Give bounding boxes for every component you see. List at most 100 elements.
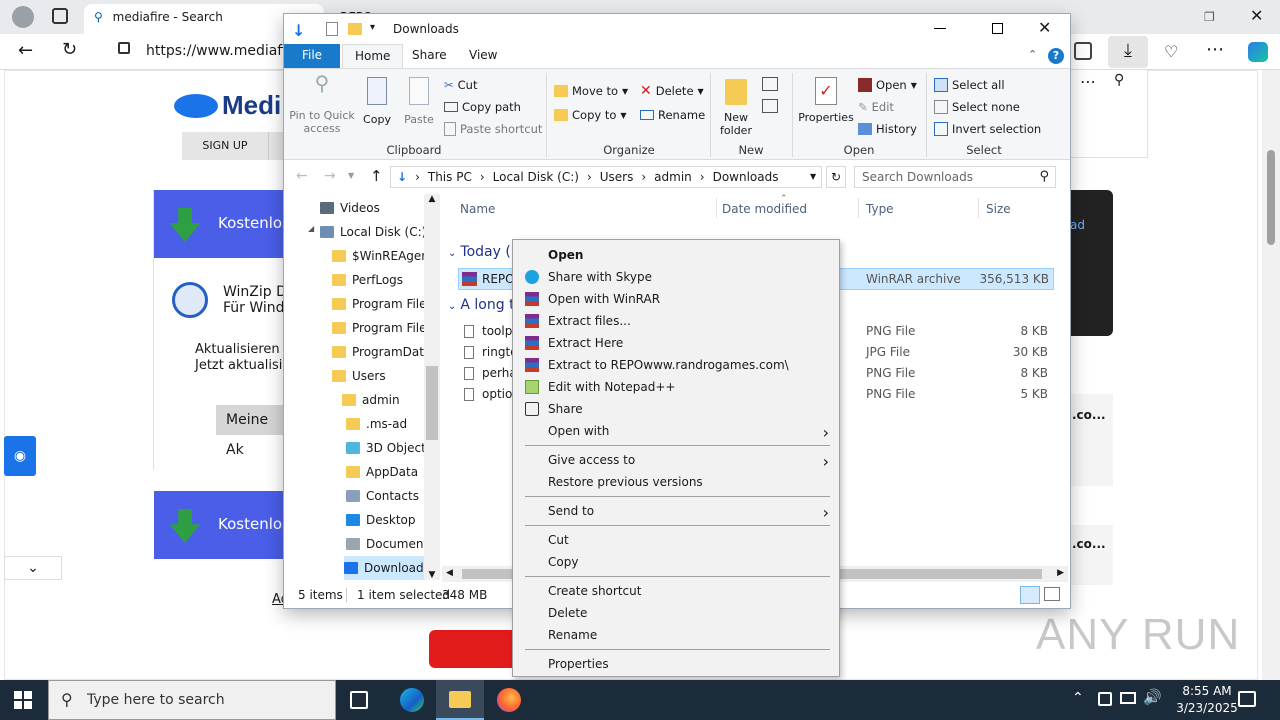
start-button[interactable] bbox=[14, 691, 32, 709]
menu-item-give-access-to[interactable]: Give access to › bbox=[513, 449, 839, 471]
nav-item[interactable]: $WinREAgent bbox=[332, 244, 424, 268]
nav-item[interactable]: 3D Objects bbox=[346, 436, 424, 460]
back-icon[interactable]: ← bbox=[18, 40, 33, 61]
extensions-icon[interactable] bbox=[1074, 42, 1092, 60]
tab-home[interactable]: Home bbox=[342, 44, 404, 68]
select-none-button[interactable]: Select none bbox=[934, 97, 1020, 117]
nav-item[interactable]: Local Disk (C:) bbox=[320, 220, 424, 244]
menu-item-open[interactable]: Open bbox=[513, 244, 839, 266]
nav-item[interactable]: Downloads bbox=[344, 556, 424, 580]
right-ad-card-1[interactable] bbox=[1070, 190, 1113, 336]
nav-item[interactable]: Desktop bbox=[346, 508, 424, 532]
download-banner-2[interactable]: Kostenlos bbox=[154, 491, 290, 559]
nav-item[interactable]: Program Files bbox=[332, 292, 424, 316]
easy-access-icon[interactable] bbox=[762, 99, 778, 113]
close-window-icon[interactable]: ✕ bbox=[1250, 6, 1263, 25]
nav-item[interactable]: ProgramData bbox=[332, 340, 424, 364]
scroll-down-icon[interactable]: ▼ bbox=[424, 570, 440, 580]
column-date-modified[interactable]: Date modified bbox=[722, 202, 807, 216]
scrollbar-thumb[interactable] bbox=[1267, 150, 1275, 245]
menu-item-create-shortcut[interactable]: Create shortcut bbox=[513, 580, 839, 602]
tab-actions-icon[interactable] bbox=[52, 8, 68, 24]
menu-item-restore-previous-versions[interactable]: Restore previous versions bbox=[513, 471, 839, 493]
qat-folder-icon[interactable] bbox=[348, 23, 362, 35]
edit-button[interactable]: ✎ Edit bbox=[858, 97, 894, 117]
page-scrollbar[interactable] bbox=[1262, 70, 1280, 680]
firefox-icon[interactable] bbox=[497, 688, 521, 712]
address-bar[interactable]: https://www.mediafire bbox=[146, 43, 300, 59]
refresh-icon[interactable]: ↻ bbox=[826, 166, 846, 188]
menu-item-open-with-winrar[interactable]: Open with WinRAR bbox=[513, 288, 839, 310]
select-all-button[interactable]: Select all bbox=[934, 75, 1005, 95]
crumb-local-disk[interactable]: Local Disk (C:) bbox=[493, 170, 579, 184]
nav-scrollbar-thumb[interactable] bbox=[426, 366, 438, 440]
accessibility-widget[interactable]: ◉ bbox=[4, 436, 36, 476]
tray-volume-icon[interactable]: 🔊 bbox=[1143, 688, 1162, 706]
download-banner-1[interactable]: Kostenlos bbox=[154, 190, 290, 258]
tray-network-icon[interactable] bbox=[1098, 692, 1112, 706]
minimize-icon[interactable] bbox=[934, 28, 946, 29]
nav-item[interactable]: Videos bbox=[320, 196, 424, 220]
column-size[interactable]: Size bbox=[986, 202, 1011, 216]
nav-item[interactable]: Documents bbox=[346, 532, 424, 556]
menu-item-cut[interactable]: Cut bbox=[513, 529, 839, 551]
menu-item-properties[interactable]: Properties bbox=[513, 653, 839, 675]
menu-item-delete[interactable]: Delete bbox=[513, 602, 839, 624]
large-icons-view-icon[interactable] bbox=[1044, 587, 1060, 601]
crumb-downloads[interactable]: Downloads bbox=[713, 170, 779, 184]
qat-dropdown-icon[interactable]: ▾ bbox=[370, 22, 375, 33]
qat-properties-icon[interactable] bbox=[326, 22, 338, 36]
menu-item-extract-files[interactable]: Extract files... bbox=[513, 310, 839, 332]
red-download-button[interactable] bbox=[429, 630, 519, 668]
edge-icon[interactable] bbox=[400, 688, 424, 712]
menu-item-extract-to-repowww-randrogames-com[interactable]: Extract to REPOwww.randrogames.com\ bbox=[513, 354, 839, 376]
nav-item[interactable]: PerfLogs bbox=[332, 268, 424, 292]
paste-shortcut-button[interactable]: Paste shortcut bbox=[444, 119, 542, 139]
signup-button[interactable]: SIGN UP bbox=[182, 132, 268, 160]
close-icon[interactable]: ✕ bbox=[1038, 18, 1051, 37]
copy-path-button[interactable]: Copy path bbox=[444, 97, 521, 117]
ribbon-collapse-icon[interactable]: ⌃ bbox=[1028, 48, 1037, 61]
menu-item-extract-here[interactable]: Extract Here bbox=[513, 332, 839, 354]
crumb-this-pc[interactable]: This PC bbox=[428, 170, 472, 184]
account-button[interactable]: Meine Ak bbox=[216, 405, 286, 458]
download-icon[interactable]: ⤓ bbox=[1108, 36, 1148, 68]
nav-item[interactable]: admin bbox=[342, 388, 424, 412]
performance-icon[interactable]: ♡ bbox=[1164, 42, 1178, 61]
nav-scrollbar[interactable]: ▲ ▼ bbox=[424, 194, 440, 580]
delete-button[interactable]: ✕ Delete ▼ bbox=[640, 81, 704, 101]
task-view-icon[interactable] bbox=[350, 691, 368, 709]
expand-chevron-icon[interactable]: ◢ bbox=[308, 224, 314, 233]
properties-button[interactable]: ✓ Properties bbox=[798, 75, 854, 124]
open-button[interactable]: Open ▼ bbox=[858, 75, 917, 95]
side-more-icon[interactable]: ⋯ bbox=[1080, 72, 1096, 91]
recent-dropdown-icon[interactable]: ▼ bbox=[348, 171, 354, 180]
taskbar-search[interactable]: ⚲ Type here to search bbox=[48, 680, 336, 720]
nav-item[interactable]: Users bbox=[332, 364, 424, 388]
invert-selection-button[interactable]: Invert selection bbox=[934, 119, 1041, 139]
pin-icon[interactable]: ⚲ bbox=[1114, 72, 1124, 88]
move-to-button[interactable]: Move to ▼ bbox=[554, 81, 628, 101]
collapse-chevron-icon[interactable]: ⌄ bbox=[4, 556, 62, 580]
restore-icon[interactable]: ❐ bbox=[1204, 10, 1215, 24]
tab-file[interactable]: File bbox=[284, 44, 340, 68]
profile-avatar[interactable] bbox=[12, 6, 34, 28]
menu-item-copy[interactable]: Copy bbox=[513, 551, 839, 573]
menu-item-share-with-skype[interactable]: Share with Skype bbox=[513, 266, 839, 288]
forward-arrow-icon[interactable]: → bbox=[324, 168, 336, 184]
file-explorer-taskbar[interactable] bbox=[436, 680, 484, 720]
nav-item[interactable]: AppData bbox=[346, 460, 424, 484]
menu-item-send-to[interactable]: Send to › bbox=[513, 500, 839, 522]
address-dropdown-icon[interactable]: ▼ bbox=[810, 172, 816, 181]
column-type[interactable]: Type bbox=[866, 202, 894, 216]
copy-to-button[interactable]: Copy to ▼ bbox=[554, 105, 627, 125]
menu-item-share[interactable]: Share bbox=[513, 398, 839, 420]
copy-button[interactable]: Copy bbox=[360, 75, 394, 126]
up-arrow-icon[interactable]: ↑ bbox=[370, 167, 383, 185]
column-name[interactable]: Name bbox=[460, 202, 495, 216]
nav-item[interactable]: .ms-ad bbox=[346, 412, 424, 436]
breadcrumb-bar[interactable]: ↓ › This PC › Local Disk (C:) › Users › … bbox=[390, 166, 822, 188]
right-ad-link[interactable]: ad bbox=[1070, 218, 1085, 232]
tray-chevron-icon[interactable]: ⌃ bbox=[1072, 690, 1084, 706]
pin-quick-access-button[interactable]: ⚲ Pin to Quick access bbox=[288, 73, 356, 135]
